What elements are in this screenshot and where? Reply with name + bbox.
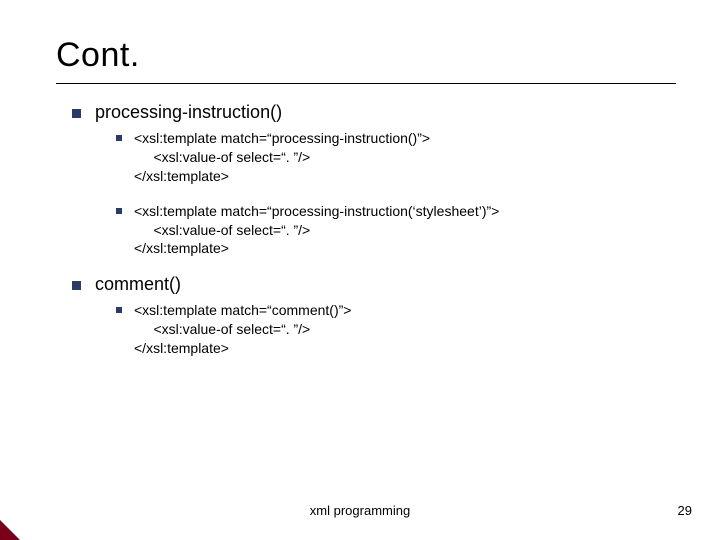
code-snippet: <xsl:template match=“comment()”> <xsl:va… — [134, 301, 351, 358]
list-item: <xsl:template match=“comment()”> <xsl:va… — [116, 301, 680, 358]
square-bullet-icon — [116, 307, 122, 313]
section-heading: comment() — [95, 274, 181, 295]
list-item: comment() — [72, 274, 680, 295]
slide-title: Cont. — [56, 36, 680, 75]
list-item: <xsl:template match=“processing-instruct… — [116, 129, 680, 186]
list-item: processing-instruction() — [72, 102, 680, 123]
code-snippet: <xsl:template match=“processing-instruct… — [134, 202, 499, 259]
list-item: <xsl:template match=“processing-instruct… — [116, 202, 680, 259]
footer-text: xml programming — [0, 503, 720, 518]
square-bullet-icon — [72, 281, 81, 290]
square-bullet-icon — [116, 208, 122, 214]
title-rule — [56, 83, 676, 84]
corner-decoration-icon — [0, 520, 20, 540]
code-snippet: <xsl:template match=“processing-instruct… — [134, 129, 430, 186]
square-bullet-icon — [116, 135, 122, 141]
page-number: 29 — [678, 503, 692, 518]
square-bullet-icon — [72, 109, 81, 118]
section-heading: processing-instruction() — [95, 102, 282, 123]
slide: Cont. processing-instruction() <xsl:temp… — [0, 0, 720, 540]
